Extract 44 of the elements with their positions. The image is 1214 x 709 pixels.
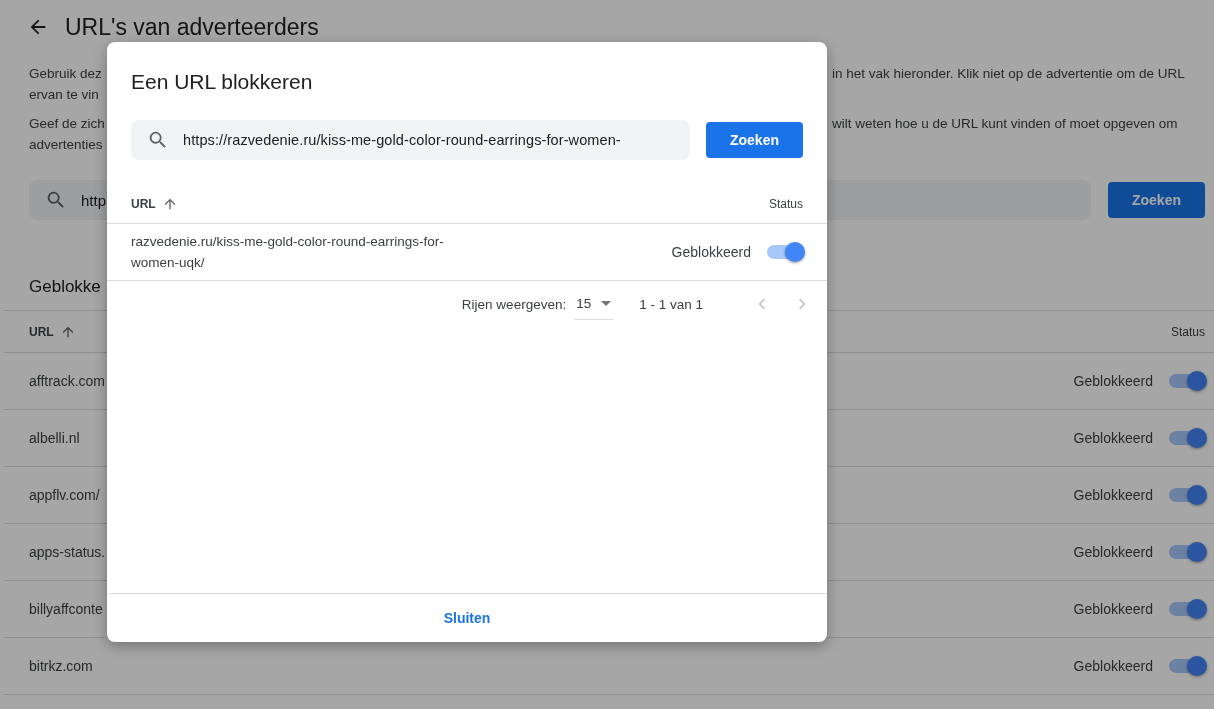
dialog-title: Een URL blokkeren (130, 69, 314, 95)
section-title: Geblokke (29, 277, 101, 298)
status-cell: Geblokkeerd (671, 244, 751, 260)
column-header[interactable]: URL (131, 197, 156, 211)
toggle-switch[interactable] (1169, 545, 1205, 559)
search-button[interactable]: Zoeken (706, 122, 803, 158)
intro-text: in het vak hieronder. Klik niet op de advertentie om de URL (832, 65, 1185, 83)
search-icon (147, 129, 169, 151)
search-icon (45, 189, 67, 211)
toggle-switch[interactable] (1169, 659, 1205, 673)
column-header[interactable]: URL (29, 324, 54, 339)
search-field[interactable]: https://razvedenie.ru/kiss-me-gold-color-round-earrings-for-women- (131, 120, 690, 160)
status-cell: Geblokkeerd (1073, 487, 1153, 503)
intro-text: ervan te vin (29, 86, 99, 104)
url-cell: apps-status. (29, 544, 106, 560)
column-header: Status (768, 197, 803, 211)
url-cell: afftrack.com (29, 373, 105, 389)
toggle-switch[interactable] (1169, 602, 1205, 616)
toggle-switch[interactable] (1169, 488, 1205, 502)
status-cell: Geblokkeerd (1073, 544, 1153, 560)
toggle-switch[interactable] (767, 245, 803, 259)
toggle-switch[interactable] (1169, 431, 1205, 445)
url-cell: bitrkz.com (29, 658, 93, 674)
toggle-switch[interactable] (1169, 374, 1205, 388)
hint-text: Geef de zich (29, 115, 105, 133)
page-range: 1 - 1 van 1 (639, 296, 703, 312)
url-cell: albelli.nl (29, 430, 80, 446)
intro-text: Gebruik dez (29, 65, 102, 83)
hint-text: wilt weten hoe u de URL kunt vinden of moet opgeven om (832, 115, 1178, 133)
search-button[interactable]: Zoeken (1108, 182, 1205, 218)
status-cell: Geblokkeerd (1073, 373, 1153, 389)
status-cell: Geblokkeerd (1073, 658, 1153, 674)
url-cell-text: razvedenie.ru/kiss-me-gold-color-round-earrings-for-women-uqk/ (131, 233, 445, 272)
column-header: Status (1170, 324, 1205, 339)
status-cell: Geblokkeerd (1073, 601, 1153, 617)
dropdown-caret-icon[interactable] (601, 301, 612, 306)
close-button[interactable]: Sluiten (435, 604, 499, 632)
hint-text: advertenties (29, 136, 103, 154)
rows-per-page-select[interactable]: 15 (574, 288, 614, 320)
page-title: URL's van adverteerders (65, 13, 319, 41)
status-cell: Geblokkeerd (1073, 430, 1153, 446)
url-cell: appflv.com/ (29, 487, 100, 503)
rows-per-page-label: Rijen weergeven: (461, 296, 567, 312)
url-cell: billyaffconte (29, 601, 103, 617)
